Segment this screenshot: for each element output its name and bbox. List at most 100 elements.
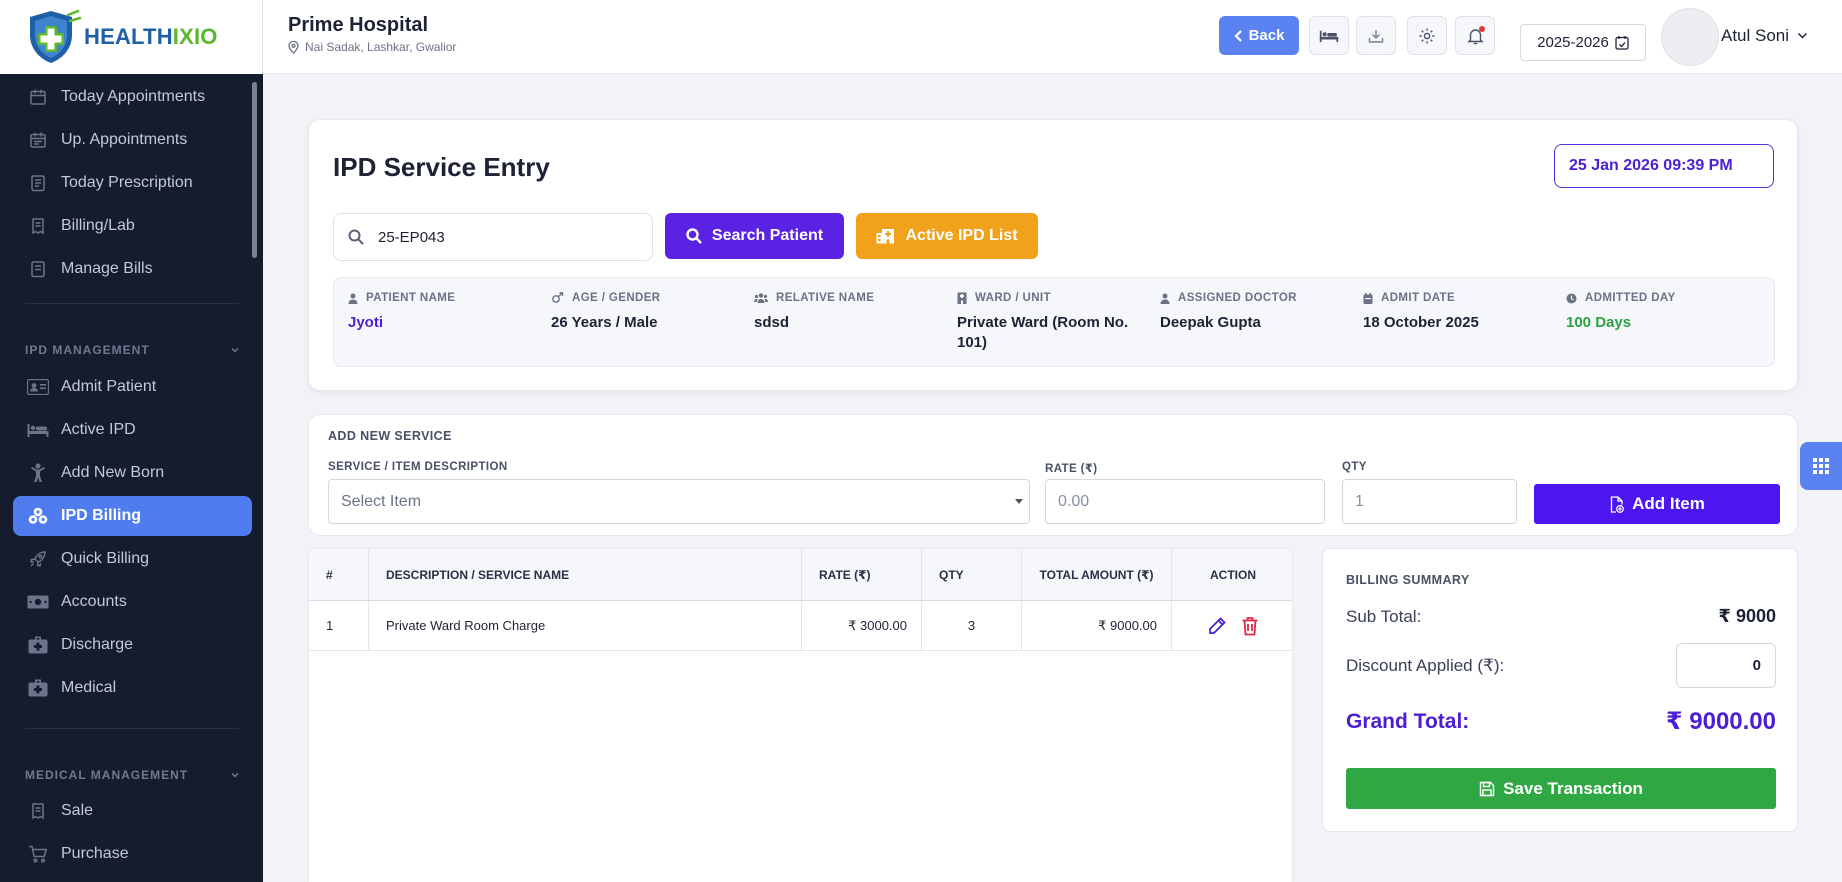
calendar-list-icon — [25, 127, 51, 153]
receipt-icon — [25, 798, 51, 824]
medkit-icon — [25, 675, 51, 701]
sidebar-item-billing-lab[interactable]: Billing/Lab — [13, 206, 252, 246]
child-icon — [25, 460, 51, 486]
search-patient-label: Search Patient — [711, 227, 824, 244]
sidebar-item-medical[interactable]: Medical — [13, 668, 252, 708]
bed-status-button[interactable] — [1309, 16, 1349, 55]
sidebar-section-medical[interactable]: MEDICAL MANAGEMENT — [25, 768, 240, 782]
rate-input[interactable]: 0.00 — [1045, 479, 1325, 524]
sidebar: HEALTHIXIO Today Appointments Up. Appoin… — [0, 0, 263, 882]
col-header-number: # — [309, 549, 369, 600]
add-item-label: Add Item — [1632, 494, 1705, 513]
gear-icon — [1419, 28, 1435, 43]
page-title: IPD Service Entry — [333, 152, 550, 182]
notifications-button[interactable] — [1455, 16, 1495, 55]
sidebar-item-label: Quick Billing — [61, 550, 150, 567]
table-header: # DESCRIPTION / SERVICE NAME RATE (₹) QT… — [309, 549, 1292, 601]
discount-input[interactable]: 0 — [1676, 643, 1776, 688]
user-icon — [348, 293, 358, 304]
brand-name-part2: IXIO — [172, 24, 218, 49]
sidebar-item-admit-patient[interactable]: Admit Patient — [13, 367, 252, 407]
back-button[interactable]: Back — [1219, 16, 1299, 55]
hospital-icon — [876, 229, 895, 244]
active-ipd-list-label: Active IPD List — [905, 227, 1018, 244]
brand-logo[interactable]: HEALTHIXIO — [0, 0, 263, 74]
medkit-icon — [25, 632, 51, 658]
add-item-button[interactable]: Add Item — [1534, 484, 1780, 524]
info-label-text: ASSIGNED DOCTOR — [1178, 292, 1297, 304]
sidebar-item-accounts[interactable]: Accounts — [13, 582, 252, 622]
col-header-qty: QTY — [922, 549, 1022, 600]
row-total: ₹ 9000.00 — [1022, 601, 1172, 650]
info-label-text: AGE / GENDER — [572, 292, 661, 304]
sidebar-item-label: Discharge — [61, 636, 134, 653]
financial-year-select[interactable]: 2025-2026 — [1520, 24, 1646, 61]
calendar-icon — [1363, 292, 1373, 304]
subtotal-row: Sub Total: ₹ 9000 — [1346, 606, 1776, 627]
calendar-icon — [25, 84, 51, 110]
sidebar-item-label: Active IPD — [61, 421, 136, 438]
avatar[interactable] — [1661, 8, 1719, 66]
sidebar-item-quick-billing[interactable]: Quick Billing — [13, 539, 252, 579]
back-button-label: Back — [1248, 27, 1285, 44]
discount-row: Discount Applied (₹): 0 — [1346, 643, 1776, 688]
active-ipd-list-button[interactable]: Active IPD List — [856, 213, 1038, 259]
sidebar-section-label: IPD MANAGEMENT — [25, 343, 150, 357]
row-actions — [1172, 601, 1292, 650]
assigned-doctor-field: ASSIGNED DOCTOR Deepak Gupta — [1160, 292, 1350, 333]
patient-search-input[interactable]: 25-EP043 — [333, 213, 653, 261]
sidebar-item-up-appointments[interactable]: Up. Appointments — [13, 120, 252, 160]
sidebar-item-add-new-born[interactable]: Add New Born — [13, 453, 252, 493]
top-header: Prime Hospital Nai Sadak, Lashkar, Gwali… — [263, 0, 1842, 74]
bed-icon — [25, 417, 51, 443]
brand-name-part1: HEALTH — [84, 24, 173, 49]
financial-year-value: 2025-2026 — [1537, 34, 1609, 51]
admitted-day-field: ADMITTED DAY 100 Days — [1566, 292, 1756, 333]
qty-input[interactable]: 1 — [1342, 479, 1517, 524]
sidebar-item-active-ipd[interactable]: Active IPD — [13, 410, 252, 450]
sidebar-item-today-prescription[interactable]: Today Prescription — [13, 163, 252, 203]
info-label-text: ADMITTED DAY — [1585, 292, 1676, 304]
admitted-days: 100 Days — [1566, 314, 1632, 331]
sidebar-item-label: Up. Appointments — [61, 131, 188, 148]
entry-datetime[interactable]: 25 Jan 2026 09:39 PM — [1554, 144, 1774, 188]
patient-name[interactable]: Jyoti — [348, 313, 538, 333]
sidebar-item-label: Purchase — [61, 845, 129, 862]
sidebar-item-label: Add New Born — [61, 464, 165, 481]
calendar-check-icon — [1615, 36, 1629, 50]
sidebar-item-discharge[interactable]: Discharge — [13, 625, 252, 665]
grand-total-row: Grand Total: ₹ 9000.00 — [1346, 707, 1776, 736]
user-menu[interactable]: Atul Soni — [1721, 26, 1808, 46]
apps-grid-tab[interactable] — [1800, 442, 1842, 490]
doctor-icon — [1160, 293, 1170, 304]
edit-pencil-icon[interactable] — [1207, 616, 1227, 636]
chevron-left-icon — [1234, 29, 1242, 42]
info-label: WARD / UNIT — [957, 292, 1147, 304]
sidebar-scrollbar[interactable] — [252, 82, 257, 258]
sidebar-item-today-appointments[interactable]: Today Appointments — [13, 77, 252, 117]
billing-summary-card: BILLING SUMMARY Sub Total: ₹ 9000 Discou… — [1322, 548, 1798, 832]
money-icon — [25, 589, 51, 615]
col-header-action: ACTION — [1210, 567, 1256, 582]
brand-name: HEALTHIXIO — [84, 24, 218, 50]
rocket-icon — [25, 546, 51, 572]
service-item-select[interactable]: Select Item — [328, 479, 1030, 524]
hospital-name: Prime Hospital — [288, 14, 429, 36]
settings-button[interactable] — [1407, 16, 1447, 55]
download-button[interactable] — [1356, 16, 1396, 55]
users-icon — [754, 293, 768, 303]
chevron-down-icon — [231, 347, 239, 353]
sidebar-item-purchase[interactable]: Purchase — [13, 834, 252, 874]
sidebar-item-ipd-billing[interactable]: IPD Billing — [13, 496, 252, 536]
save-transaction-button[interactable]: Save Transaction — [1346, 768, 1776, 809]
info-label: AGE / GENDER — [551, 292, 741, 304]
sidebar-item-manage-bills[interactable]: Manage Bills — [13, 249, 252, 289]
billing-summary-title: BILLING SUMMARY — [1346, 573, 1470, 587]
sidebar-divider — [25, 728, 239, 729]
search-patient-button[interactable]: Search Patient — [665, 213, 844, 259]
delete-trash-icon[interactable] — [1241, 616, 1259, 636]
assigned-doctor: Deepak Gupta — [1160, 314, 1261, 331]
sidebar-section-ipd[interactable]: IPD MANAGEMENT — [25, 343, 240, 357]
patient-search-value: 25-EP043 — [378, 228, 445, 246]
sidebar-item-sale[interactable]: Sale — [13, 791, 252, 831]
